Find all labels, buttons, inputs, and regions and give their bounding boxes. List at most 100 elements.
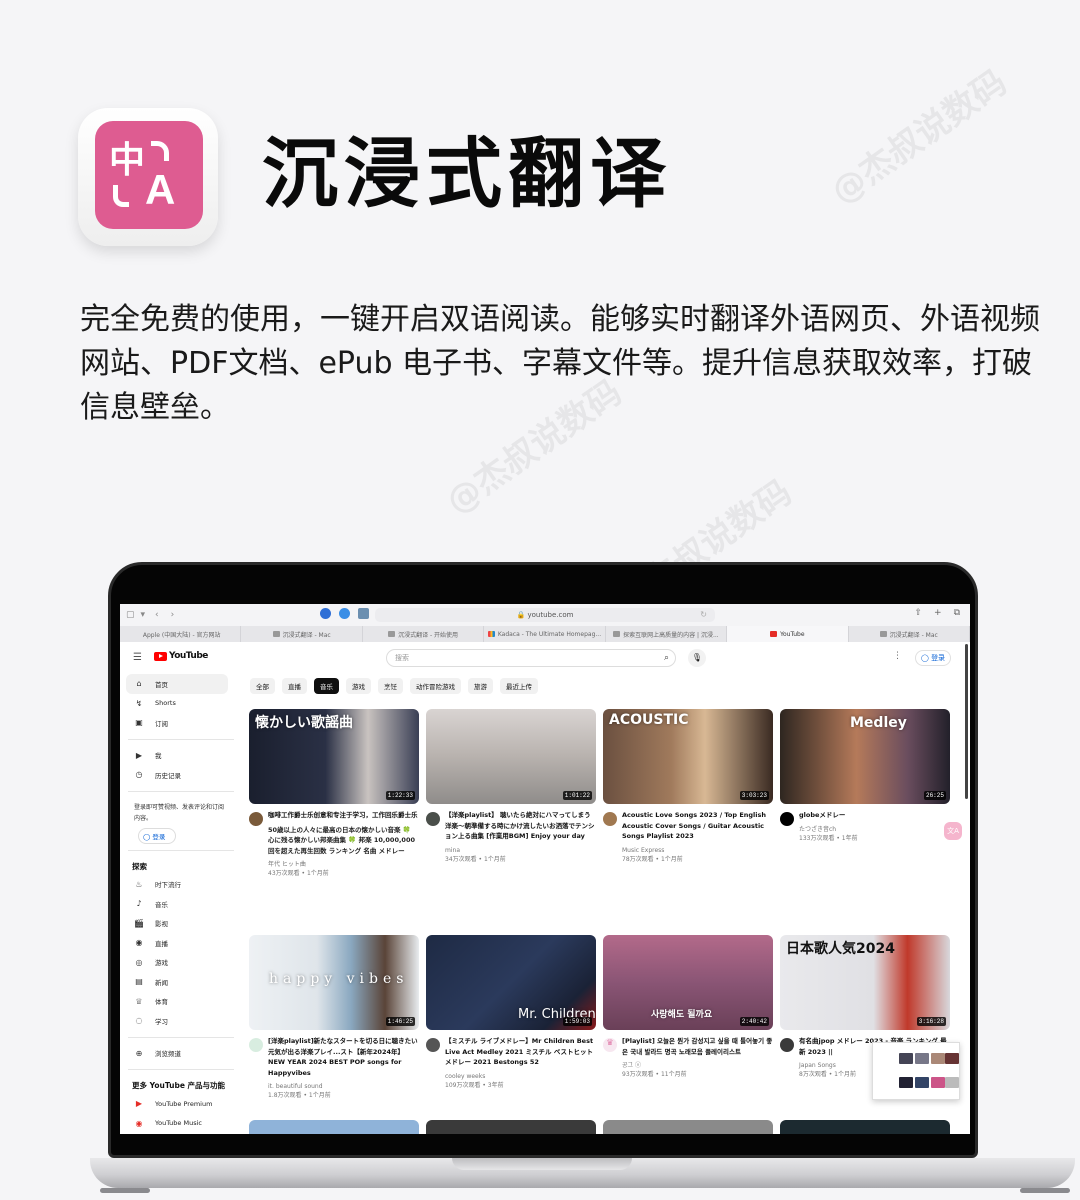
video-title[interactable]: 【洋楽playlist】 聴いたら絶対にハマってしまう洋楽～朝準備する時にかけ流… bbox=[445, 810, 596, 842]
new-tab-icon[interactable]: + bbox=[934, 608, 942, 618]
channel-name[interactable]: 年代 ヒット曲 bbox=[268, 860, 419, 869]
extension-icon[interactable] bbox=[339, 608, 350, 619]
sidebar-item-sports[interactable]: ♕ 体育 bbox=[120, 992, 240, 1012]
video-thumbnail[interactable]: Medley 26:25 bbox=[780, 709, 950, 804]
channel-avatar[interactable]: ♛ bbox=[603, 1038, 617, 1052]
channel-avatar[interactable] bbox=[249, 812, 263, 826]
chip-travel[interactable]: 旅游 bbox=[468, 678, 493, 694]
sidebar-item-you[interactable]: ▶ 我 bbox=[120, 746, 240, 766]
browser-tab[interactable]: 沉浸式翻译 - Mac bbox=[849, 626, 970, 642]
back-icon[interactable]: ‹ bbox=[155, 610, 159, 620]
channel-avatar[interactable] bbox=[249, 1038, 263, 1052]
signin-button[interactable]: ◯ 登录 bbox=[915, 650, 952, 666]
scrollbar[interactable] bbox=[965, 644, 968, 799]
channel-name[interactable]: Music Express bbox=[622, 846, 773, 855]
channel-name[interactable]: cooley weeks bbox=[445, 1072, 596, 1081]
sidebar-item-premium[interactable]: ▶ YouTube Premium bbox=[120, 1094, 240, 1114]
sidebar-item-movies[interactable]: 🎬 影视 bbox=[120, 914, 240, 934]
tab-overview-icon[interactable]: ⧉ bbox=[954, 608, 960, 618]
video-thumbnail[interactable]: ACOUSTIC 3:03:23 bbox=[603, 709, 773, 804]
video-card[interactable]: Mr. Children 1:59:03 【ミスチル ライブメドレー】Mr Ch… bbox=[426, 935, 596, 1134]
search-icon[interactable]: ⌕ bbox=[664, 650, 669, 666]
browser-tab[interactable]: 沉浸式翻译 - 开始使用 bbox=[363, 626, 485, 642]
chip-live[interactable]: 直播 bbox=[282, 678, 307, 694]
chip-recent[interactable]: 最近上传 bbox=[500, 678, 538, 694]
menu-icon[interactable]: ☰ bbox=[133, 652, 142, 663]
sidebar-item-news[interactable]: ▤ 新闻 bbox=[120, 972, 240, 992]
browser-tab-active[interactable]: YouTube bbox=[727, 626, 849, 642]
browser-tab[interactable]: Kadaca - The Ultimate Homepag... bbox=[484, 626, 606, 642]
video-card[interactable]: 懐かしい歌謡曲 1:22:33 咖啡工作爵士乐创意和专注于学习，工作回乐爵士乐 … bbox=[249, 709, 419, 935]
browser-tab[interactable]: 探索互联网上高质量的内容 | 沉浸... bbox=[606, 626, 728, 642]
channel-name[interactable]: it. beautiful sound bbox=[268, 1082, 419, 1091]
browser-tab[interactable]: Apple (中国大陆) - 官方网站 bbox=[120, 626, 242, 642]
reload-icon[interactable]: ↻ bbox=[700, 608, 707, 622]
video-duration: 1:01:22 bbox=[562, 791, 592, 800]
sidebar-item-home[interactable]: ⌂ 首页 bbox=[126, 674, 228, 694]
video-title[interactable]: 【ミスチル ライブメドレー】Mr Children Best Live Act … bbox=[445, 1036, 596, 1068]
channel-avatar[interactable] bbox=[603, 812, 617, 826]
video-thumbnail[interactable]: Mr. Children 1:59:03 bbox=[426, 935, 596, 1030]
sidebar-item-shorts[interactable]: ↯ Shorts bbox=[120, 694, 240, 714]
video-thumbnail[interactable]: 懐かしい歌謡曲 1:22:33 bbox=[249, 709, 419, 804]
address-bar[interactable]: 🔒 youtube.com ↻ bbox=[375, 608, 715, 622]
screenshot-preview[interactable] bbox=[872, 1042, 960, 1100]
video-card[interactable]: 사랑해도 될까요 2:40:42 ♛ [Playlist] 오늘은 뭔가 감성지… bbox=[603, 935, 773, 1134]
video-card[interactable]: happy vibes 1:46:25 [洋楽playlist]新たなスタートを… bbox=[249, 935, 419, 1134]
channel-avatar[interactable] bbox=[780, 812, 794, 826]
video-thumbnail[interactable] bbox=[426, 1120, 596, 1134]
youtube-premium-icon: ▶ bbox=[135, 1099, 143, 1109]
more-options-icon[interactable]: ⋮ bbox=[893, 651, 902, 661]
chip-gaming[interactable]: 游戏 bbox=[346, 678, 371, 694]
tab-label: 沉浸式翻译 - 开始使用 bbox=[398, 631, 459, 639]
channel-name[interactable]: 공그 ⓥ bbox=[622, 1061, 773, 1070]
chip-action-adventure[interactable]: 动作冒险游戏 bbox=[410, 678, 461, 694]
translate-extension-icon[interactable] bbox=[358, 608, 369, 619]
chevron-down-icon[interactable]: ▾ bbox=[141, 610, 146, 620]
sidebar-item-music-app[interactable]: ◉ YouTube Music bbox=[120, 1114, 240, 1134]
chip-music[interactable]: 音乐 bbox=[314, 678, 339, 694]
channel-avatar[interactable] bbox=[426, 1038, 440, 1052]
search-input[interactable]: 搜索 ⌕ bbox=[386, 649, 676, 667]
video-thumbnail[interactable] bbox=[780, 1120, 950, 1134]
chip-all[interactable]: 全部 bbox=[250, 678, 275, 694]
microphone-icon[interactable]: 🎙 bbox=[688, 649, 706, 667]
sidebar-item-gaming[interactable]: ◎ 游戏 bbox=[120, 953, 240, 973]
sidebar-item-browse-channels[interactable]: ⊕ 浏览频道 bbox=[120, 1044, 240, 1064]
video-title[interactable]: Acoustic Love Songs 2023 / Top English A… bbox=[622, 810, 773, 842]
video-card[interactable]: Medley 26:25 globeメドレー たつざき音ch 133万次观看 •… bbox=[780, 709, 950, 935]
sidebar-item-learning[interactable]: ◌ 学习 bbox=[120, 1011, 240, 1031]
sidebar-signin-button[interactable]: ◯ 登录 bbox=[138, 827, 176, 844]
video-thumbnail[interactable]: 日本歌人気2024 3:16:28 bbox=[780, 935, 950, 1030]
extension-icon[interactable] bbox=[320, 608, 331, 619]
sidebar-item-history[interactable]: ◷ 历史记录 bbox=[120, 765, 240, 785]
browser-tab[interactable]: 沉浸式翻译 - Mac bbox=[241, 626, 363, 642]
sidebar-item-music[interactable]: ♪ 音乐 bbox=[120, 894, 240, 914]
channel-avatar[interactable] bbox=[780, 1038, 794, 1052]
video-thumbnail[interactable] bbox=[603, 1120, 773, 1134]
video-thumbnail[interactable]: happy vibes 1:46:25 bbox=[249, 935, 419, 1030]
video-title[interactable]: globeメドレー bbox=[799, 810, 858, 821]
video-thumbnail[interactable]: 1:01:22 bbox=[426, 709, 596, 804]
sidebar-toggle-icon[interactable]: ▢ bbox=[126, 610, 135, 620]
immersive-translate-float-button[interactable]: 文A bbox=[944, 822, 962, 840]
video-title[interactable]: [Playlist] 오늘은 뭔가 감성지고 싶을 때 틀어놓기 좋은 국내 발… bbox=[622, 1036, 773, 1057]
sidebar-item-trending[interactable]: ♨ 时下流行 bbox=[120, 875, 240, 895]
forward-icon[interactable]: › bbox=[171, 610, 175, 620]
video-card[interactable]: ACOUSTIC 3:03:23 Acoustic Love Songs 202… bbox=[603, 709, 773, 935]
chip-cooking[interactable]: 烹饪 bbox=[378, 678, 403, 694]
video-thumbnail[interactable] bbox=[249, 1120, 419, 1134]
sidebar-item-live[interactable]: ◉ 直播 bbox=[120, 933, 240, 953]
youtube-logo[interactable]: YouTube bbox=[154, 651, 208, 661]
share-icon[interactable]: ⇧ bbox=[914, 608, 922, 618]
watermark: @杰叔说数码 bbox=[823, 62, 1015, 213]
channel-avatar[interactable] bbox=[426, 812, 440, 826]
sidebar-item-subscriptions[interactable]: ▣ 订阅 bbox=[120, 713, 240, 733]
video-title[interactable]: [洋楽playlist]新たなスタートを切る日に聴きたい元気が出る洋楽プレイ..… bbox=[268, 1036, 419, 1078]
video-title[interactable]: 咖啡工作爵士乐创意和专注于学习，工作回乐爵士乐 bbox=[268, 810, 419, 821]
video-thumbnail[interactable]: 사랑해도 될까요 2:40:42 bbox=[603, 935, 773, 1030]
video-card[interactable]: 日本歌人気2024 3:16:28 有名曲jpop メドレー 2023 - 音楽… bbox=[780, 935, 950, 1134]
channel-name[interactable]: たつざき音ch bbox=[799, 825, 858, 834]
channel-name[interactable]: mina bbox=[445, 846, 596, 855]
video-card[interactable]: 1:01:22 【洋楽playlist】 聴いたら絶対にハマってしまう洋楽～朝準… bbox=[426, 709, 596, 935]
